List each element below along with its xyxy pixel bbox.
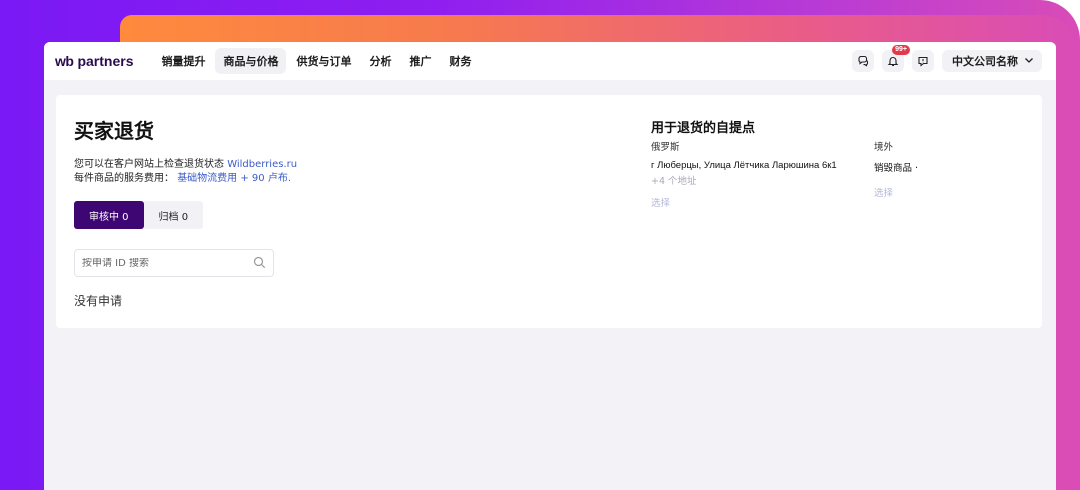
tab-archive[interactable]: 归档 0 — [143, 201, 204, 229]
chevron-down-icon — [1024, 55, 1034, 68]
notification-badge: 99+ — [892, 45, 910, 55]
main-nav: 销量提升 商品与价格 供货与订单 分析 推广 财务 — [153, 48, 479, 74]
abroad-value: 销毁商品 · — [874, 163, 919, 174]
service-fee-info: 每件商品的服务费用： 基础物流费用 + 90 卢布. — [74, 169, 291, 184]
return-status-info: 您可以在客户网站上检查退货状态 Wildberries.ru — [74, 155, 297, 170]
wb-partners-logo[interactable]: wb partners — [55, 53, 133, 69]
logo-partners-text: partners — [77, 53, 134, 69]
nav-item-products-prices[interactable]: 商品与价格 — [215, 48, 287, 74]
page-title: 买家退货 — [74, 119, 154, 143]
russia-pickup-column: 俄罗斯 г Люберцы, Улица Лётчика Ларюшина 6к… — [651, 139, 837, 209]
service-fee-text: 每件商品的服务费用： — [74, 173, 174, 184]
empty-state-text: 没有申请 — [74, 294, 123, 308]
service-fee-link[interactable]: 基础物流费用 + 90 卢布. — [177, 173, 291, 184]
company-selector[interactable]: 中文公司名称 — [942, 50, 1042, 72]
search-input[interactable] — [82, 257, 253, 269]
company-name: 中文公司名称 — [952, 55, 1018, 68]
nav-item-finance[interactable]: 财务 — [441, 48, 479, 74]
russia-choose-link[interactable]: 选择 — [651, 195, 837, 209]
pickup-points-title: 用于退货的自提点 — [651, 121, 756, 136]
chat-icon — [857, 52, 869, 71]
nav-item-supplies-orders[interactable]: 供货与订单 — [288, 48, 359, 74]
feedback-button[interactable] — [912, 50, 934, 72]
abroad-label: 境外 — [874, 142, 894, 153]
nav-item-promotion[interactable]: 推广 — [401, 48, 439, 74]
returns-card: 买家退货 您可以在客户网站上检查退货状态 Wildberries.ru 每件商品… — [56, 95, 1042, 328]
logo-wb-text: wb — [55, 53, 74, 69]
russia-label: 俄罗斯 — [651, 142, 680, 153]
abroad-pickup-column: 境外 销毁商品 · 选择 — [874, 139, 918, 199]
russia-address: г Люберцы, Улица Лётчика Ларюшина 6к1 — [651, 160, 837, 171]
search-icon[interactable] — [253, 254, 266, 273]
chat-button[interactable] — [852, 50, 874, 72]
status-tabs: 审核中 0 归档 0 — [74, 201, 204, 229]
top-header: wb partners 销量提升 商品与价格 供货与订单 分析 推广 财务 99… — [44, 42, 1056, 80]
notifications-button[interactable]: 99+ — [882, 45, 910, 72]
more-addresses[interactable]: +4 个地址 — [651, 173, 837, 187]
nav-item-sales-boost[interactable]: 销量提升 — [153, 48, 213, 74]
app-window: wb partners 销量提升 商品与价格 供货与订单 分析 推广 财务 99… — [44, 42, 1056, 490]
abroad-choose-link[interactable]: 选择 — [874, 185, 918, 199]
tab-under-review[interactable]: 审核中 0 — [74, 201, 144, 229]
header-actions: 99+ 中文公司名称 — [852, 45, 1042, 72]
nav-item-analytics[interactable]: 分析 — [361, 48, 399, 74]
feedback-icon — [917, 52, 929, 71]
search-box — [74, 249, 274, 277]
